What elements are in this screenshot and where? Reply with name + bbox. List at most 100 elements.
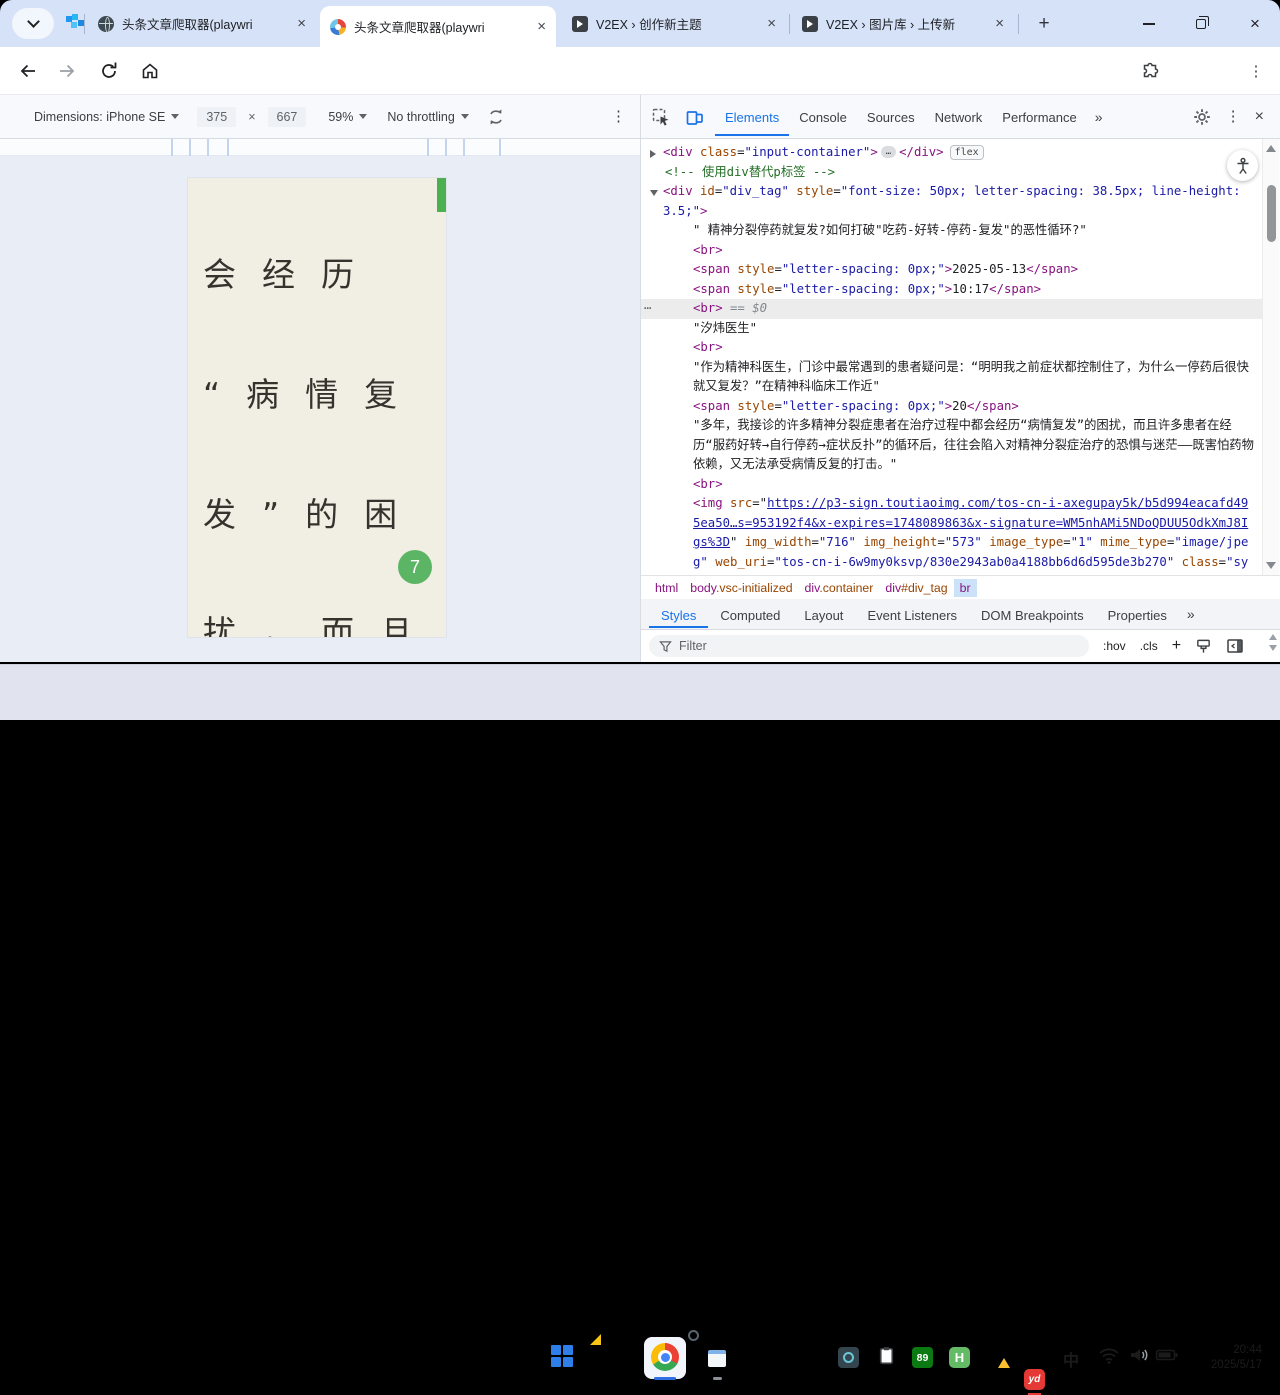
device-emulation-area: 会经历“病情复发”的困扰，而且 7	[0, 139, 640, 662]
scroll-up-icon[interactable]	[1266, 145, 1276, 152]
rendering-emulation-button[interactable]	[1195, 638, 1212, 655]
rotate-button[interactable]	[485, 106, 507, 128]
emulated-page-viewport[interactable]: 会经历“病情复发”的困扰，而且 7	[188, 178, 446, 637]
expand-arrow-icon[interactable]	[650, 150, 656, 158]
reload-button[interactable]	[97, 59, 121, 83]
device-height-field[interactable]: 667	[268, 107, 307, 127]
taskbar-clock[interactable]: 20:44 2025/5/17	[1211, 1343, 1262, 1373]
scroll-down-icon[interactable]	[1269, 645, 1277, 651]
tray-badge-89[interactable]: 89	[912, 1347, 933, 1368]
devtools-menu-button[interactable]: ⋮	[1226, 114, 1241, 119]
device-width-field[interactable]: 375	[197, 107, 236, 127]
devtools-tab-performance[interactable]: Performance	[992, 98, 1086, 136]
dom-tree-line[interactable]: <div class="input-container">…</div>flex	[641, 143, 1263, 163]
scroll-down-icon[interactable]	[1266, 562, 1276, 569]
dom-tree-line[interactable]: <span style="letter-spacing: 0px;">2025-…	[641, 260, 1263, 280]
styles-tab-dom-breakpoints[interactable]: DOM Breakpoints	[969, 601, 1096, 628]
devtools-tab-sources[interactable]: Sources	[857, 98, 925, 136]
volume-indicator[interactable]	[1128, 1345, 1150, 1365]
person-icon	[1234, 157, 1252, 175]
throttling-select[interactable]: No throttling	[387, 110, 454, 124]
tray-yd-app-icon[interactable]: yd	[1024, 1369, 1045, 1390]
devtools-settings-button[interactable]	[1192, 107, 1212, 127]
styles-tab-computed[interactable]: Computed	[708, 601, 792, 628]
scroll-up-icon[interactable]	[1269, 634, 1277, 640]
collapse-arrow-icon[interactable]	[650, 190, 658, 196]
styles-more-tabs-button[interactable]: »	[1179, 606, 1203, 622]
device-toolbar-menu-button[interactable]: ⋮	[611, 114, 626, 119]
dom-tree-line[interactable]: <div id="div_tag" style="font-size: 50px…	[641, 182, 1263, 221]
extensions-button[interactable]	[1138, 59, 1162, 83]
window-close-button[interactable]: ×	[1232, 0, 1278, 47]
styles-tab-properties[interactable]: Properties	[1096, 601, 1179, 628]
tab-close-icon[interactable]: ×	[995, 16, 1004, 31]
breadcrumb-item[interactable]: div#div_tag	[879, 579, 953, 597]
dom-tree-line[interactable]: "作为精神科医生，门诊中最常遇到的患者疑问是：“明明我之前症状都控制住了，为什么…	[641, 358, 1263, 397]
toggle-hover-state-button[interactable]: :hov	[1103, 639, 1126, 653]
breadcrumb-item[interactable]: div.container	[799, 579, 880, 597]
devtools-tab-network[interactable]: Network	[925, 98, 993, 136]
wifi-indicator[interactable]	[1098, 1345, 1120, 1365]
breadcrumb-item[interactable]: br	[954, 579, 977, 597]
browser-menu-button[interactable]: ⋮	[1244, 59, 1268, 83]
dom-tree-line[interactable]: " 精神分裂停药就复发?如何打破"吃药-好转-停药-复发"的恶性循环?"	[641, 221, 1263, 241]
back-button[interactable]	[16, 59, 40, 83]
styles-tab-event-listeners[interactable]: Event Listeners	[855, 601, 969, 628]
tab-3[interactable]: V2EX › 创作新主题 ×	[562, 0, 786, 47]
elements-scrollbar[interactable]	[1262, 139, 1279, 575]
tab-search-button[interactable]	[12, 8, 54, 39]
breadcrumb-item[interactable]: body.vsc-initialized	[684, 579, 798, 597]
devtools-tab-console[interactable]: Console	[789, 98, 857, 136]
toggle-device-toolbar-button[interactable]	[685, 107, 705, 127]
tab-close-icon[interactable]: ×	[297, 16, 306, 31]
devtools-close-button[interactable]: ×	[1255, 108, 1264, 126]
breadcrumb-item[interactable]: html	[649, 579, 684, 597]
dom-tree-line[interactable]: <!-- 使用div替代p标签 -->	[641, 163, 1263, 183]
styles-tab-layout[interactable]: Layout	[792, 601, 855, 628]
tab-1[interactable]: 头条文章爬取器(playwri ×	[88, 0, 316, 47]
toggle-sidebar-button[interactable]	[1226, 637, 1244, 655]
dom-tree-line[interactable]: <span style="letter-spacing: 0px;">10:17…	[641, 280, 1263, 300]
tray-recorder-icon[interactable]	[838, 1347, 859, 1368]
tab-close-icon[interactable]: ×	[537, 19, 546, 34]
dom-tree-line[interactable]: ⋯<br> == $0	[641, 299, 1263, 319]
device-zoom-select[interactable]: 59%	[328, 110, 353, 124]
tray-security-shield-icon[interactable]	[986, 1345, 1008, 1367]
devtools-tab-elements[interactable]: Elements	[715, 98, 789, 136]
tab-4[interactable]: V2EX › 图片库 › 上传新 ×	[792, 0, 1014, 47]
dom-tree-line[interactable]: "汐炜医生"	[641, 319, 1263, 339]
dom-tree-line[interactable]: "多年，我接诊的许多精神分裂症患者在治疗过程中都会经历“病情复发”的困扰，而且许…	[641, 416, 1263, 475]
dom-tree-line[interactable]: <br>	[641, 475, 1263, 495]
tab-close-icon[interactable]: ×	[767, 16, 776, 31]
tab-2-active[interactable]: 头条文章爬取器(playwri ×	[320, 6, 556, 47]
tray-h-app-icon[interactable]: H	[949, 1347, 970, 1368]
styles-tab-styles[interactable]: Styles	[649, 601, 708, 628]
styles-pane-scroll-arrows[interactable]	[1269, 634, 1277, 651]
dom-tree-line[interactable]: <br>	[641, 241, 1263, 261]
new-tab-button[interactable]: +	[1032, 12, 1056, 36]
start-button[interactable]	[551, 1345, 573, 1367]
forward-button[interactable]	[55, 59, 79, 83]
inspect-element-button[interactable]	[651, 107, 671, 127]
new-style-rule-button[interactable]: +	[1172, 637, 1181, 655]
accessibility-overlay-button[interactable]	[1227, 150, 1258, 181]
media-query-ruler[interactable]	[0, 139, 640, 156]
pinned-logo-icon[interactable]	[66, 16, 72, 22]
toggle-classes-button[interactable]: .cls	[1140, 639, 1158, 653]
page-text-row: 扰，而且	[203, 606, 439, 637]
scrollbar-thumb[interactable]	[1267, 185, 1276, 242]
more-tabs-button[interactable]: »	[1087, 109, 1111, 125]
dom-tree-line[interactable]: <span style="letter-spacing: 0px;">20</s…	[641, 397, 1263, 417]
ime-indicator[interactable]: 中	[1063, 1347, 1079, 1371]
window-maximize-button[interactable]	[1178, 0, 1224, 47]
dom-tree-line[interactable]: <br>	[641, 338, 1263, 358]
styles-filter-input[interactable]: Filter	[649, 635, 1089, 657]
window-minimize-button[interactable]	[1126, 0, 1172, 47]
page-scrollbar[interactable]	[437, 178, 446, 212]
home-button[interactable]	[138, 59, 162, 83]
line-marker-icon[interactable]: ⋯	[644, 299, 651, 319]
device-dimensions-select[interactable]: Dimensions: iPhone SE	[34, 110, 165, 124]
battery-indicator[interactable]	[1155, 1345, 1179, 1365]
tray-clipboard-icon[interactable]	[876, 1345, 897, 1366]
dom-tree-line[interactable]: <img src="https://p3-sign.toutiaoimg.com…	[641, 494, 1263, 575]
